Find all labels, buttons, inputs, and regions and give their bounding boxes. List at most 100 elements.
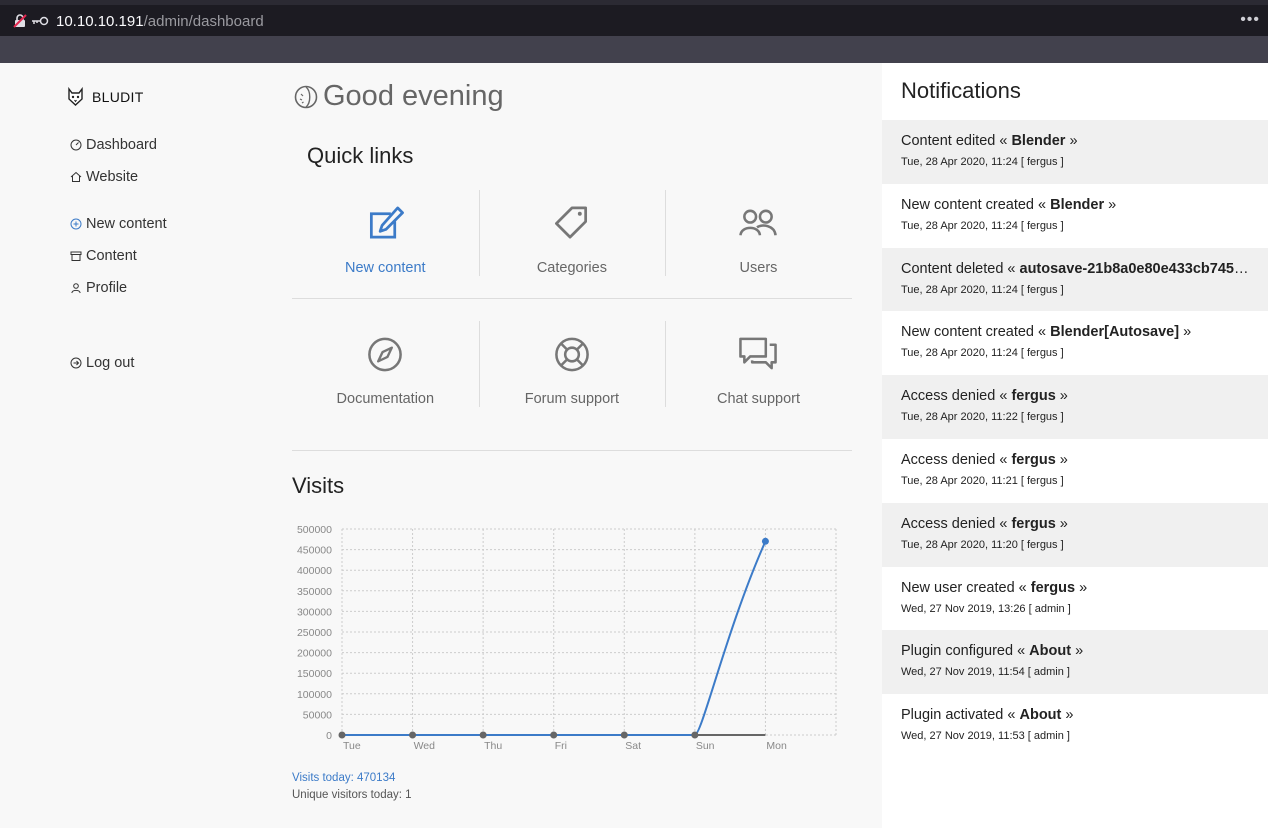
notification-suffix: » bbox=[1071, 643, 1084, 660]
notification-item: Content deleted « autosave-21b8a0e80e433… bbox=[882, 247, 1268, 312]
y-tick-label: 450000 bbox=[297, 545, 332, 557]
notification-suffix: » bbox=[1055, 451, 1068, 468]
notification-message: New user created « fergus » bbox=[901, 580, 1254, 596]
data-point bbox=[761, 537, 769, 545]
home-icon bbox=[70, 171, 82, 182]
url-text[interactable]: 10.10.10.191/admin/dashboard bbox=[56, 13, 264, 30]
logout-icon bbox=[70, 357, 82, 369]
quick-link-label: Documentation bbox=[336, 391, 435, 407]
notification-subject: Blender bbox=[1050, 196, 1105, 213]
y-tick-label: 350000 bbox=[297, 586, 332, 598]
notification-item: Plugin activated « About » Wed, 27 Nov 20… bbox=[882, 694, 1268, 758]
notification-meta: Tue, 28 Apr 2020, 11:21 [ fergus ] bbox=[901, 474, 1064, 487]
quick-link-new-content[interactable]: New content bbox=[292, 190, 479, 276]
sidebar-item-label: Log out bbox=[86, 355, 135, 371]
insecure-lock-icon[interactable] bbox=[13, 14, 27, 28]
notification-meta: Tue, 28 Apr 2020, 11:24 [ fergus ] bbox=[901, 156, 1064, 168]
notification-prefix: New user created « bbox=[901, 579, 1031, 596]
visits-title: Visits bbox=[292, 473, 345, 498]
tag-icon bbox=[554, 206, 587, 239]
sidebar-item-label: Profile bbox=[86, 280, 128, 296]
quick-link-chat-support[interactable]: Chat support bbox=[665, 321, 852, 407]
quick-link-label: Chat support bbox=[716, 391, 800, 407]
data-point bbox=[409, 731, 417, 739]
notification-meta: Tue, 28 Apr 2020, 11:24 [ fergus ] bbox=[901, 219, 1064, 232]
notification-message: Access denied « fergus » bbox=[901, 516, 1254, 532]
url-host: 10.10.10.191 bbox=[56, 13, 144, 30]
y-tick-label: 500000 bbox=[297, 524, 332, 536]
notification-subject: fergus bbox=[1011, 388, 1056, 405]
quick-link-forum-support[interactable]: Forum support bbox=[478, 321, 666, 407]
x-tick-label: Tue bbox=[343, 740, 361, 752]
notification-suffix: » bbox=[1179, 324, 1192, 341]
moon-icon bbox=[294, 85, 318, 108]
page-actions-menu-button[interactable]: ••• bbox=[1240, 11, 1260, 29]
notification-subject: Blender[Autosave] bbox=[1050, 324, 1180, 341]
sidebar-item-new-content[interactable]: New content bbox=[70, 216, 167, 232]
notification-item: New content created « Blender » Tue, 28 A… bbox=[882, 184, 1268, 248]
quick-link-label: Forum support bbox=[524, 391, 620, 407]
quick-links-title: Quick links bbox=[307, 143, 414, 168]
plus-circle-icon bbox=[70, 218, 82, 230]
notification-prefix: New content created « bbox=[901, 324, 1051, 341]
y-tick-label: 250000 bbox=[297, 627, 332, 639]
data-point bbox=[479, 731, 487, 739]
sidebar-item-label: Dashboard bbox=[86, 137, 157, 153]
notification-item: New content created « Blender[Autosave] … bbox=[882, 311, 1268, 375]
y-tick-label: 50000 bbox=[303, 709, 332, 721]
quick-link-documentation[interactable]: Documentation bbox=[292, 321, 479, 407]
notification-meta: Tue, 28 Apr 2020, 11:24 [ fergus ] bbox=[901, 347, 1064, 360]
url-path: /admin/dashboard bbox=[143, 13, 264, 30]
notification-item: Access denied « fergus » Tue, 28 Apr 2020… bbox=[882, 375, 1268, 439]
sidebar-item-logout[interactable]: Log out bbox=[70, 355, 134, 371]
quick-links-divider bbox=[292, 298, 852, 299]
data-point bbox=[550, 731, 558, 739]
edit-icon bbox=[370, 206, 405, 239]
sidebar-item-label: New content bbox=[86, 216, 167, 232]
notification-item: Access denied « fergus » Tue, 28 Apr 2020… bbox=[882, 502, 1268, 567]
visits-chart-svg: 5000004500004000003500003000002500002000… bbox=[297, 524, 837, 752]
lifebuoy-icon bbox=[555, 337, 589, 372]
quick-link-label: Categories bbox=[536, 260, 607, 276]
notification-message: Access denied « fergus » bbox=[901, 388, 1254, 404]
browser-toolbar bbox=[0, 36, 1268, 63]
greeting: Good evening bbox=[294, 80, 504, 113]
notification-item: Access denied « fergus » Tue, 28 Apr 2020… bbox=[882, 439, 1268, 503]
sidebar: BLUDIT Dashboard Website New content Con… bbox=[0, 63, 260, 828]
user-icon bbox=[71, 283, 81, 294]
unique-visitors: Unique visitors today: 1 bbox=[292, 789, 412, 801]
brand[interactable]: BLUDIT bbox=[67, 87, 144, 107]
notification-meta: Wed, 27 Nov 2019, 11:53 [ admin ] bbox=[901, 730, 1070, 743]
x-tick-label: Mon bbox=[766, 740, 787, 752]
y-tick-label: 200000 bbox=[297, 648, 332, 660]
sidebar-item-content[interactable]: Content bbox=[70, 248, 137, 264]
x-tick-label: Wed bbox=[414, 740, 436, 752]
y-tick-label: 0 bbox=[326, 730, 332, 742]
quick-link-categories[interactable]: Categories bbox=[478, 190, 666, 276]
sidebar-item-website[interactable]: Website bbox=[70, 169, 138, 185]
notification-meta: Wed, 27 Nov 2019, 13:26 [ admin ] bbox=[901, 602, 1071, 615]
dashboard-icon bbox=[70, 139, 82, 151]
notification-subject: fergus bbox=[1011, 451, 1056, 468]
quick-link-label: New content bbox=[344, 260, 426, 276]
notification-meta: Tue, 28 Apr 2020, 11:24 [ fergus ] bbox=[901, 283, 1064, 296]
y-tick-label: 150000 bbox=[297, 668, 332, 680]
brand-name: BLUDIT bbox=[92, 89, 144, 105]
notification-suffix: » bbox=[1055, 388, 1068, 405]
notification-suffix: » bbox=[1061, 707, 1074, 724]
y-tick-label: 100000 bbox=[297, 689, 332, 701]
notification-message: Content deleted « autosave-21b8a0e80e433… bbox=[901, 261, 1254, 277]
notifications-list: Content edited « Blender » Tue, 28 Apr 20… bbox=[882, 120, 1268, 758]
notification-subject: fergus bbox=[1030, 579, 1076, 596]
notification-message: New content created « Blender[Autosave] … bbox=[901, 324, 1254, 340]
chat-icon bbox=[739, 337, 778, 370]
notification-message: Content edited « Blender » bbox=[901, 133, 1254, 149]
quick-link-users[interactable]: Users bbox=[665, 190, 852, 276]
sidebar-item-dashboard[interactable]: Dashboard bbox=[70, 137, 157, 153]
notification-prefix: Plugin activated « bbox=[901, 707, 1020, 724]
sidebar-item-profile[interactable]: Profile bbox=[70, 280, 127, 296]
browser-url-bar[interactable]: 10.10.10.191/admin/dashboard ••• bbox=[0, 0, 1268, 36]
notification-suffix: » bbox=[1055, 515, 1068, 532]
notification-subject: About bbox=[1029, 643, 1072, 660]
key-icon[interactable] bbox=[31, 15, 49, 27]
